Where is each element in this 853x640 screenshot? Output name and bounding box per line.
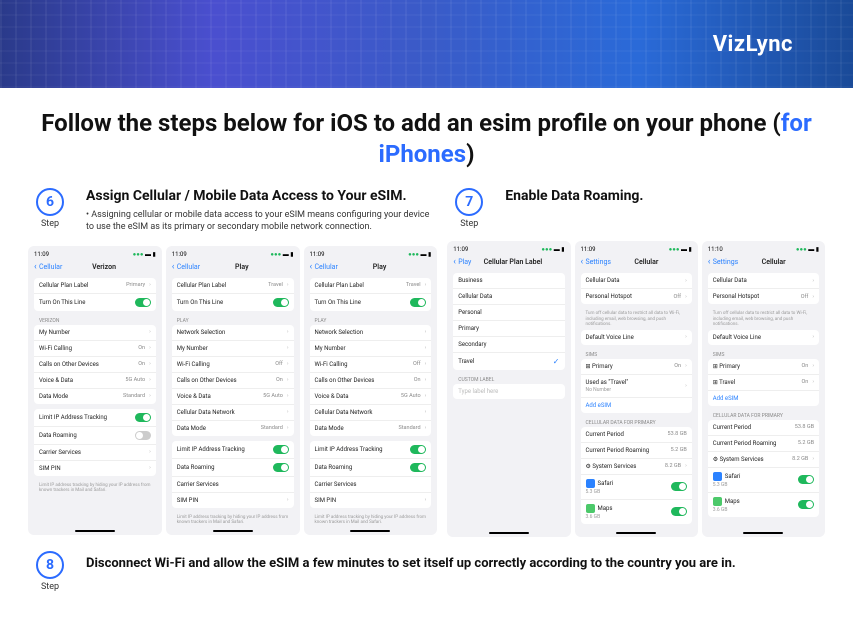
settings-row[interactable]: Limit IP Address Tracking bbox=[172, 441, 294, 459]
back-link[interactable]: Cellular bbox=[34, 262, 62, 272]
step-number-6: 6 bbox=[36, 188, 64, 216]
back-link[interactable]: Cellular bbox=[310, 262, 338, 272]
settings-row[interactable]: Current Period Roaming5.2 GB bbox=[708, 436, 819, 452]
step-6-title: Assign Cellular / Mobile Data Access to … bbox=[86, 188, 437, 205]
step-6-desc: Assigning cellular or mobile data access… bbox=[86, 210, 437, 233]
toggle-on[interactable] bbox=[273, 298, 289, 307]
settings-row[interactable]: ⚙ System Services8.2 GB bbox=[708, 452, 819, 468]
settings-row[interactable]: My Number bbox=[34, 325, 156, 341]
settings-row[interactable]: Calls on Other DevicesOn bbox=[172, 373, 294, 389]
back-link[interactable]: Settings bbox=[708, 257, 739, 267]
iphone-screenshot: 11:09●●● ▬ ▮CellularPlay Cellular Plan L… bbox=[304, 246, 438, 536]
settings-row[interactable]: Cellular Plan LabelTravel bbox=[310, 278, 432, 294]
settings-row[interactable]: Limit IP Address Tracking bbox=[310, 441, 432, 459]
toggle-on[interactable] bbox=[410, 445, 426, 454]
settings-row[interactable]: My Number bbox=[310, 341, 432, 357]
settings-row[interactable]: Default Voice Line bbox=[708, 330, 819, 345]
settings-row[interactable]: Wi-Fi CallingOff bbox=[310, 357, 432, 373]
toggle-on[interactable] bbox=[410, 463, 426, 472]
toggle-on[interactable] bbox=[273, 445, 289, 454]
step-8: 8 Step Disconnect Wi-Fi and allow the eS… bbox=[0, 537, 853, 592]
settings-row[interactable]: Cellular Data Network bbox=[310, 405, 432, 421]
settings-row[interactable]: Voice & Data5G Auto bbox=[34, 373, 156, 389]
settings-row[interactable]: Data ModeStandard bbox=[34, 389, 156, 404]
page-title: Follow the steps below for iOS to add an… bbox=[40, 108, 813, 170]
settings-row[interactable]: Turn On This Line bbox=[34, 294, 156, 311]
toggle-on[interactable] bbox=[410, 298, 426, 307]
settings-row[interactable]: Data ModeStandard bbox=[310, 421, 432, 436]
toggle-on[interactable] bbox=[135, 413, 151, 422]
back-link[interactable]: Cellular bbox=[172, 262, 200, 272]
settings-row[interactable]: Wi-Fi CallingOff bbox=[172, 357, 294, 373]
settings-row[interactable]: Cellular Plan LabelTravel bbox=[172, 278, 294, 294]
settings-row[interactable]: Carrier Services bbox=[34, 445, 156, 461]
iphone-screenshot: 11:09●●● ▬ ▮PlayCellular Plan Label Busi… bbox=[447, 241, 570, 536]
settings-row[interactable]: Voice & Data5G Auto bbox=[172, 389, 294, 405]
toggle-on[interactable] bbox=[135, 298, 151, 307]
step-6: 6 Step Assign Cellular / Mobile Data Acc… bbox=[28, 188, 437, 536]
iphone-screenshot: 11:09●●● ▬ ▮CellularPlay Cellular Plan L… bbox=[166, 246, 300, 536]
iphone-screenshot: 11:09●●● ▬ ▮CellularVerizon Cellular Pla… bbox=[28, 246, 162, 536]
settings-row[interactable]: Cellular Data bbox=[581, 273, 692, 289]
settings-row[interactable]: Data ModeStandard bbox=[172, 421, 294, 436]
settings-row[interactable]: Current Period53.8 GB bbox=[708, 420, 819, 436]
settings-row[interactable]: Current Period Roaming5.2 GB bbox=[581, 443, 692, 459]
settings-row[interactable]: Turn On This Line bbox=[172, 294, 294, 311]
settings-row[interactable]: Voice & Data5G Auto bbox=[310, 389, 432, 405]
settings-row[interactable]: Calls on Other DevicesOn bbox=[34, 357, 156, 373]
iphone-screenshot: 11:09●●● ▬ ▮SettingsCellular Cellular Da… bbox=[575, 241, 698, 536]
settings-row[interactable]: My Number bbox=[172, 341, 294, 357]
brand-logo: VizLync bbox=[713, 32, 793, 57]
settings-row[interactable]: Turn On This Line bbox=[310, 294, 432, 311]
settings-row[interactable]: Network Selection bbox=[310, 325, 432, 341]
settings-row[interactable]: SIM PIN bbox=[34, 461, 156, 476]
settings-row[interactable]: Default Voice Line bbox=[581, 330, 692, 345]
settings-row[interactable]: Limit IP Address Tracking bbox=[34, 409, 156, 427]
back-link[interactable]: Play bbox=[453, 257, 471, 267]
settings-row[interactable]: Data Roaming bbox=[310, 459, 432, 477]
toggle-off[interactable] bbox=[135, 431, 151, 440]
step-8-title: Disconnect Wi-Fi and allow the eSIM a fe… bbox=[86, 551, 736, 571]
iphone-screenshot: 11:10●●● ▬ ▮SettingsCellular Cellular Da… bbox=[702, 241, 825, 536]
settings-row[interactable]: Wi-Fi CallingOn bbox=[34, 341, 156, 357]
banner: VizLync bbox=[0, 0, 853, 88]
settings-row[interactable]: Personal HotspotOff bbox=[581, 289, 692, 304]
settings-row[interactable]: Network Selection bbox=[172, 325, 294, 341]
settings-row[interactable]: SIM PIN bbox=[172, 493, 294, 508]
toggle-on[interactable] bbox=[273, 463, 289, 472]
step-7: 7 Step Enable Data Roaming. 11:09●●● ▬ ▮… bbox=[447, 188, 825, 536]
settings-row[interactable]: Cellular Data bbox=[708, 273, 819, 289]
step-number-8: 8 bbox=[36, 551, 64, 579]
step-7-title: Enable Data Roaming. bbox=[505, 188, 825, 205]
settings-row[interactable]: Personal HotspotOff bbox=[708, 289, 819, 304]
settings-row[interactable]: Data Roaming bbox=[172, 459, 294, 477]
settings-row[interactable]: Carrier Services bbox=[172, 477, 294, 493]
settings-row[interactable]: Calls on Other DevicesOn bbox=[310, 373, 432, 389]
settings-row[interactable]: Data Roaming bbox=[34, 427, 156, 445]
settings-row[interactable]: Cellular Plan LabelPrimary bbox=[34, 278, 156, 294]
step-number-7: 7 bbox=[455, 188, 483, 216]
settings-row[interactable]: SIM PIN bbox=[310, 493, 432, 508]
settings-row[interactable]: ⚙ System Services8.2 GB bbox=[581, 459, 692, 475]
back-link[interactable]: Settings bbox=[581, 257, 612, 267]
settings-row[interactable]: Carrier Services bbox=[310, 477, 432, 493]
settings-row[interactable]: Cellular Data Network bbox=[172, 405, 294, 421]
settings-row[interactable]: Current Period53.8 GB bbox=[581, 427, 692, 443]
